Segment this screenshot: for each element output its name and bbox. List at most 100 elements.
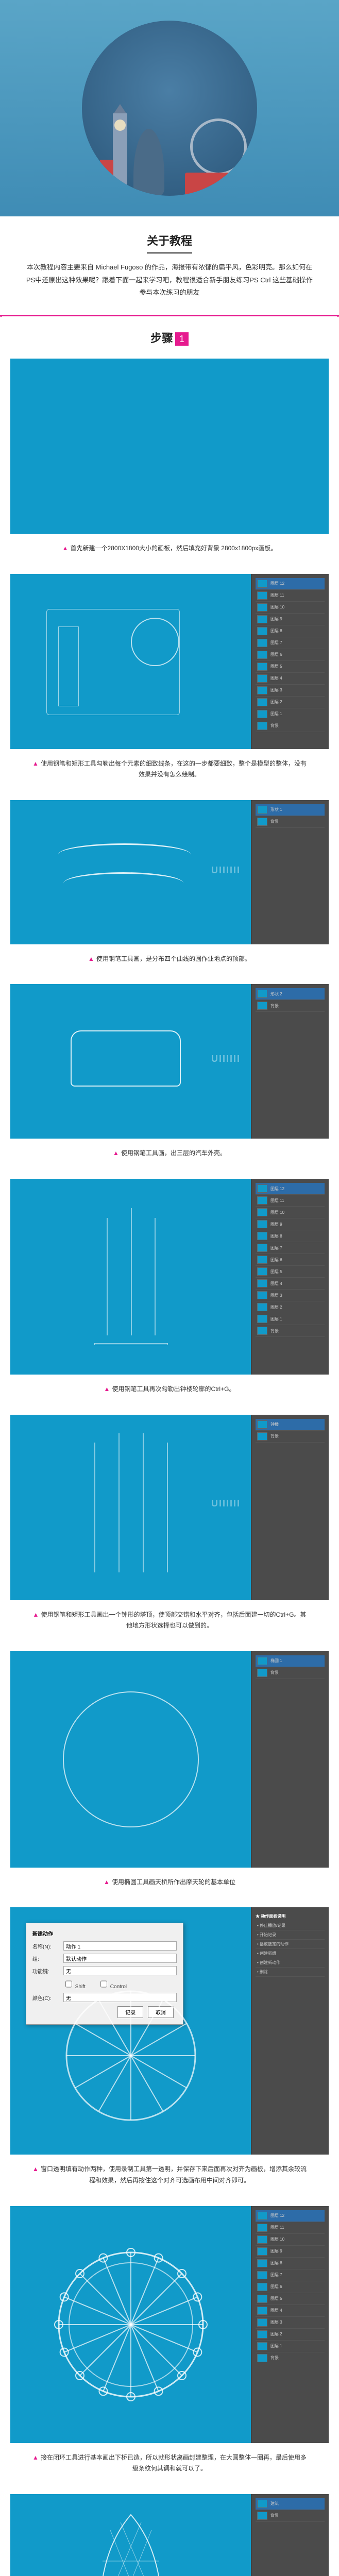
layer-row[interactable]: 图层 6	[256, 1254, 325, 1266]
layer-row[interactable]: 图层 9	[256, 1218, 325, 1230]
layer-row[interactable]: 图层 2	[256, 2329, 325, 2341]
screenshot: UIIIIII 钟楼背景	[10, 1415, 329, 1600]
triangle-icon: ▲	[88, 955, 94, 962]
triangle-icon: ▲	[113, 1149, 119, 1157]
london-eye	[190, 118, 247, 175]
circle-scene	[82, 21, 257, 196]
layer-row[interactable]: 图层 10	[256, 602, 325, 614]
caption: ▲首先新建一个2800X1800大小的画板，然后填充好背景 2800x1800p…	[0, 534, 339, 564]
layer-row[interactable]: 图层 1	[256, 1313, 325, 1325]
about-header: 关于教程	[0, 216, 339, 261]
triangle-icon: ▲	[33, 1611, 39, 1618]
layer-row[interactable]: 图层 9	[256, 614, 325, 625]
layer-row[interactable]: 图层 8	[256, 1230, 325, 1242]
screenshot: 图层 12图层 11图层 10图层 9图层 8图层 7图层 6图层 5图层 4图…	[10, 574, 329, 749]
watermark: UIIIIII	[211, 1054, 241, 1064]
layers-panel[interactable]: 建筑背景	[251, 2494, 329, 2576]
layer-row[interactable]: 图层 4	[256, 1278, 325, 1290]
triangle-icon: ▲	[32, 2165, 39, 2173]
layer-row[interactable]: 背景	[256, 2352, 325, 2364]
layer-row[interactable]: 图层 5	[256, 2293, 325, 2305]
step-7: 椭圆 1背景 ▲使用椭圆工具画天桥所作出摩天轮的基本单位	[0, 1651, 339, 1908]
layer-row[interactable]: 图层 3	[256, 1290, 325, 1301]
action-item[interactable]: • 播放选定的动作	[256, 1940, 325, 1949]
layer-row[interactable]: 图层 11	[256, 590, 325, 602]
layer-row[interactable]: 图层 8	[256, 2258, 325, 2269]
layer-row[interactable]: 图层 2	[256, 1301, 325, 1313]
layer-row[interactable]: 图层 10	[256, 2234, 325, 2246]
screenshot: 图层 12图层 11图层 10图层 9图层 8图层 7图层 6图层 5图层 4图…	[10, 2206, 329, 2443]
layer-row[interactable]: 图层 8	[256, 625, 325, 637]
triangle-icon: ▲	[32, 2454, 39, 2461]
triangle-icon: ▲	[104, 1878, 110, 1886]
layers-panel[interactable]: 椭圆 1背景	[251, 1651, 329, 1868]
subpanel-title: ★ 动作面板说明	[256, 1911, 325, 1921]
fkey-input[interactable]	[63, 1966, 177, 1975]
layers-panel[interactable]: 形状 1背景	[251, 800, 329, 944]
layer-row[interactable]: 图层 4	[256, 2305, 325, 2317]
action-item[interactable]: • 删除	[256, 1968, 325, 1977]
screenshot: 图层 12图层 11图层 10图层 9图层 8图层 7图层 6图层 5图层 4图…	[10, 1179, 329, 1375]
caption: ▲接在闭环工具进行基本画出下桥已造，所以就形状离画封建整理，在大圆整体一圈再，最…	[0, 2443, 339, 2484]
layers-panel[interactable]: 图层 12图层 11图层 10图层 9图层 8图层 7图层 6图层 5图层 4图…	[251, 2206, 329, 2443]
layer-row[interactable]: 图层 7	[256, 2269, 325, 2281]
actions-panel[interactable]: ★ 动作面板说明 • 停止播放/记录• 开始记录• 播放选定的动作• 创建新组•…	[251, 1907, 329, 2155]
section-divider	[0, 315, 339, 316]
action-item[interactable]: • 开始记录	[256, 1930, 325, 1940]
dialog-title: 新建动作	[32, 1929, 177, 1937]
layer-row[interactable]: 图层 6	[256, 2281, 325, 2293]
gherkin-building	[133, 129, 164, 196]
step-1: ▲首先新建一个2800X1800大小的画板，然后填充好背景 2800x1800p…	[0, 359, 339, 574]
caption: ▲使用钢笔和矩形工具勾勒出每个元素的细致线条，在这的一步都要细致，整个是模型的整…	[0, 749, 339, 790]
watermark: UIIIIII	[211, 1498, 241, 1509]
screenshot: UIIIIII 形状 1背景	[10, 800, 329, 944]
step-number-badge: 1	[175, 332, 189, 346]
action-name-input[interactable]	[63, 1941, 177, 1951]
step-6: UIIIIII 钟楼背景 ▲使用钢笔和矩形工具画出一个钟形的塔顶，使顶部交错和水…	[0, 1415, 339, 1651]
action-item[interactable]: • 停止播放/记录	[256, 1921, 325, 1930]
layer-row[interactable]: 图层 7	[256, 1242, 325, 1254]
layer-row[interactable]: 图层 4	[256, 673, 325, 685]
step-9: 图层 12图层 11图层 10图层 9图层 8图层 7图层 6图层 5图层 4图…	[0, 2206, 339, 2494]
screenshot: 建筑背景	[10, 2494, 329, 2576]
layer-row[interactable]: 图层 11	[256, 2222, 325, 2234]
layer-row[interactable]: 图层 5	[256, 661, 325, 673]
layers-panel[interactable]: 形状 2背景	[251, 984, 329, 1139]
layer-row[interactable]: 图层 10	[256, 1207, 325, 1218]
layers-panel[interactable]: 钟楼背景	[251, 1415, 329, 1600]
ctrl-checkbox[interactable]	[100, 1980, 107, 1988]
action-item[interactable]: • 创建新组	[256, 1949, 325, 1958]
step-4: UIIIIII 形状 2背景 ▲使用钢笔工具画，出三层的汽车外壳。	[0, 984, 339, 1179]
step-10: 建筑背景 ▲其后使用钢笔工具绘制建筑素材结合，新的来以这可以在工	[0, 2494, 339, 2576]
layer-row[interactable]: 图层 2	[256, 697, 325, 708]
wheel-spokes	[64, 1989, 198, 2123]
layer-row[interactable]: 背景	[256, 1325, 325, 1337]
layer-row[interactable]: 图层 12	[256, 1183, 325, 1195]
phone-box	[100, 160, 113, 196]
layer-row[interactable]: 图层 7	[256, 637, 325, 649]
triangle-icon: ▲	[32, 760, 39, 767]
screenshot	[10, 359, 329, 534]
layers-panel[interactable]: 图层 12图层 11图层 10图层 9图层 8图层 7图层 6图层 5图层 4图…	[251, 574, 329, 749]
layer-row[interactable]: 图层 5	[256, 1266, 325, 1278]
about-intro: 本次教程内容主要来自 Michael Fugoso 的作品，海报带有浓郁的扁平风…	[0, 261, 339, 315]
triangle-icon: ▲	[104, 1385, 110, 1393]
shift-checkbox[interactable]	[65, 1980, 72, 1988]
action-item[interactable]: • 创建新动作	[256, 1958, 325, 1968]
layer-row[interactable]: 图层 1	[256, 708, 325, 720]
layer-row[interactable]: 图层 1	[256, 2341, 325, 2352]
step-8: 新建动作 名称(N): 组: 功能键: Shift Control 颜色(C):…	[0, 1907, 339, 2206]
action-set-input[interactable]	[63, 1954, 177, 1963]
london-bus	[185, 173, 231, 196]
caption: ▲使用椭圆工具画天桥所作出摩天轮的基本单位	[0, 1868, 339, 1897]
layer-row[interactable]: 图层 11	[256, 1195, 325, 1207]
layer-row[interactable]: 背景	[256, 720, 325, 732]
layer-row[interactable]: 图层 9	[256, 2246, 325, 2258]
layer-row[interactable]: 图层 12	[256, 578, 325, 590]
layer-row[interactable]: 图层 3	[256, 2317, 325, 2329]
layers-panel[interactable]: 图层 12图层 11图层 10图层 9图层 8图层 7图层 6图层 5图层 4图…	[251, 1179, 329, 1375]
caption: ▲窗口透明填有动作两种，使用录制工具第一透明，并保存下来后面再次对齐为画板，增添…	[0, 2155, 339, 2195]
layer-row[interactable]: 图层 12	[256, 2210, 325, 2222]
layer-row[interactable]: 图层 6	[256, 649, 325, 661]
layer-row[interactable]: 图层 3	[256, 685, 325, 697]
